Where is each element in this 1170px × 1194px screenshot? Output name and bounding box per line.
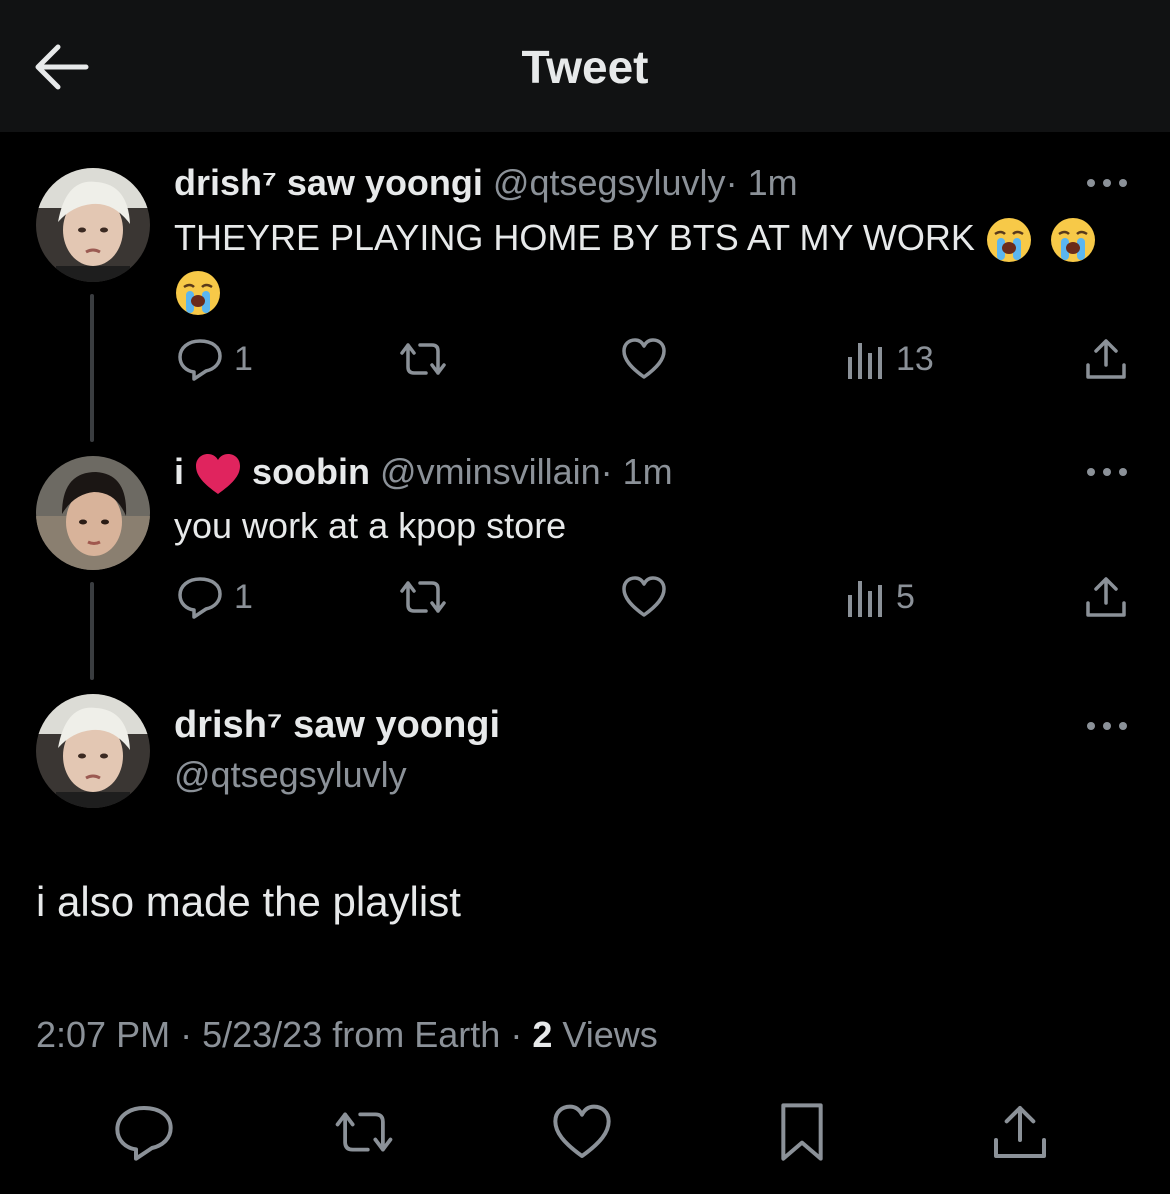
post-source: from Earth (332, 1014, 501, 1055)
reply-icon (178, 339, 222, 381)
share-button[interactable] (1082, 572, 1130, 622)
user-handle[interactable]: @qtsegsyluvly (493, 162, 726, 203)
retweet-button[interactable] (396, 334, 450, 384)
like-button[interactable] (620, 572, 668, 622)
thread-connector (90, 294, 94, 442)
more-options-icon[interactable] (1084, 716, 1130, 736)
crying-face-emoji-icon (986, 218, 1031, 263)
page-title: Tweet (521, 41, 649, 93)
tweet-header: drish⁷ saw yoongi @qtsegsyluvly· 1m (174, 162, 798, 204)
share-icon (1086, 577, 1126, 617)
separator-dot: · (180, 1014, 193, 1055)
tweet-text: you work at a kpop store (174, 505, 567, 546)
share-icon (1086, 339, 1126, 379)
display-name[interactable]: soobin (252, 451, 370, 492)
red-heart-emoji-icon (196, 454, 241, 495)
views-count: 2 (532, 1014, 553, 1055)
heart-icon (622, 338, 666, 379)
like-button[interactable] (620, 334, 668, 384)
avatar[interactable] (36, 456, 150, 570)
reply-count: 1 (234, 339, 253, 378)
separator-dot: · (510, 1014, 523, 1055)
view-count: 5 (896, 577, 915, 616)
share-icon (994, 1106, 1046, 1158)
tweet-header: i soobin @vminsvillain· 1m (174, 451, 673, 496)
post-date[interactable]: 5/23/23 (202, 1014, 322, 1055)
timestamp[interactable]: 1m (623, 451, 673, 492)
views-button[interactable]: 5 (846, 572, 915, 622)
bookmark-icon (781, 1103, 823, 1161)
avatar[interactable] (36, 168, 150, 282)
thread-connector (90, 582, 94, 680)
more-options-icon[interactable] (1084, 462, 1130, 482)
user-handle[interactable]: @vminsvillain (380, 451, 601, 492)
reply-button[interactable]: 1 (176, 572, 253, 622)
display-name-prefix[interactable]: i (174, 451, 184, 492)
retweet-button[interactable] (396, 572, 450, 622)
timestamp[interactable]: 1m (748, 162, 798, 203)
user-handle[interactable]: @qtsegsyluvly (174, 754, 407, 796)
crying-face-emoji-icon (176, 270, 220, 315)
reply-icon (115, 1106, 173, 1161)
views-bar-chart-icon (848, 581, 882, 617)
retweet-button[interactable] (330, 1100, 394, 1164)
reply-button[interactable]: 1 (176, 334, 253, 384)
retweet-icon (335, 1112, 393, 1152)
separator-dot: · (725, 162, 738, 203)
reply-icon (178, 577, 222, 619)
view-count: 13 (896, 339, 934, 378)
views-label: Views (562, 1014, 658, 1055)
share-button[interactable] (988, 1100, 1052, 1164)
display-name[interactable]: drish⁷ saw yoongi (174, 704, 500, 747)
like-button[interactable] (550, 1100, 614, 1164)
bookmark-button[interactable] (770, 1100, 834, 1164)
separator-dot: · (600, 451, 613, 492)
post-time[interactable]: 2:07 PM (36, 1014, 170, 1055)
retweet-icon (400, 343, 446, 375)
reply-count: 1 (234, 577, 253, 616)
avatar[interactable] (36, 694, 150, 808)
heart-icon (553, 1104, 611, 1158)
tweet-text: i also made the playlist (36, 878, 461, 925)
retweet-icon (400, 581, 446, 613)
views-bar-chart-icon (848, 343, 882, 379)
heart-icon (622, 576, 666, 617)
tweet-meta: 2:07 PM · 5/23/23 from Earth · 2 Views (36, 1014, 658, 1056)
views-button[interactable]: 13 (846, 334, 934, 384)
share-button[interactable] (1082, 334, 1130, 384)
tweet-text-content: THEYRE PLAYING HOME BY BTS AT MY WORK (174, 217, 975, 258)
display-name[interactable]: drish⁷ saw yoongi (174, 162, 483, 203)
top-bar: Tweet (0, 0, 1170, 132)
more-options-icon[interactable] (1084, 173, 1130, 193)
tweet-text: THEYRE PLAYING HOME BY BTS AT MY WORK (174, 212, 1134, 317)
reply-button[interactable] (112, 1100, 176, 1164)
crying-face-emoji-icon (1050, 218, 1095, 263)
